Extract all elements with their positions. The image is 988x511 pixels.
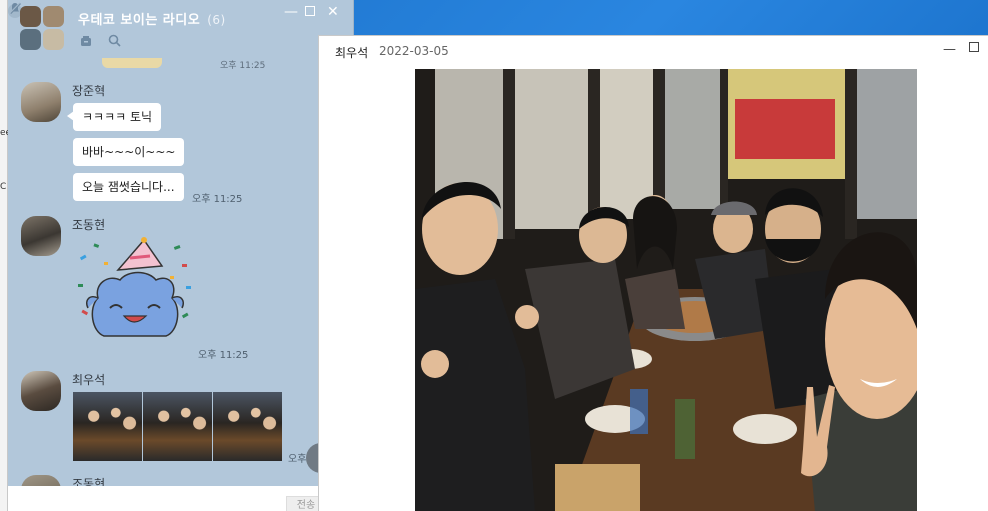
room-title: 우테코 보이는 라디오 (6) xyxy=(78,9,226,28)
chat-window: 우테코 보이는 라디오 (6) — ✕ 오후 11:25 장준혁 ㅋㅋㅋㅋ 토닉… xyxy=(8,0,354,511)
member-count: (6) xyxy=(207,13,226,27)
minimize-icon[interactable]: — xyxy=(284,4,298,20)
viewer-date: 2022-03-05 xyxy=(379,44,449,58)
group-selfie-photo[interactable] xyxy=(415,69,917,511)
chat-header: 우테코 보이는 라디오 (6) — ✕ xyxy=(8,0,353,58)
message-bubble[interactable]: 오늘 잼썻습니다... xyxy=(73,173,184,201)
viewer-sender-name: 최우석 xyxy=(335,46,369,60)
photo-thumbnail[interactable] xyxy=(73,392,142,461)
room-name: 우테코 보이는 라디오 xyxy=(78,13,201,28)
group-avatar[interactable] xyxy=(20,6,66,52)
viewer-title-bar: 최우석 2022-03-05 — xyxy=(319,36,988,68)
message-list[interactable]: 오후 11:25 장준혁 ㅋㅋㅋㅋ 토닉 바바~~~이~~~ 오늘 잼썻습니다.… xyxy=(8,58,353,511)
sender-name: 조동현 xyxy=(72,218,106,232)
desktop-text-fragment: C xyxy=(0,182,7,192)
maximize-icon[interactable] xyxy=(305,4,315,20)
image-viewer-window: 최우석 2022-03-05 — xyxy=(318,35,988,511)
avatar[interactable] xyxy=(21,216,61,256)
avatar[interactable] xyxy=(21,82,61,122)
minimize-icon[interactable]: — xyxy=(943,42,956,57)
photo-attachment-group[interactable] xyxy=(73,392,283,461)
message-time: 오후 11:25 xyxy=(198,350,249,361)
group-avatar-tile xyxy=(20,29,41,50)
avatar[interactable] xyxy=(21,371,61,411)
drawer-icon[interactable] xyxy=(80,35,92,50)
previous-sticker-fragment xyxy=(102,58,162,68)
photo-thumbnail[interactable] xyxy=(143,392,212,461)
message-time: 오후 xyxy=(288,454,307,465)
photo-thumbnail[interactable] xyxy=(213,392,282,461)
sender-name: 장준혁 xyxy=(72,84,106,98)
maximize-icon[interactable] xyxy=(969,41,979,55)
group-avatar-tile xyxy=(43,6,64,27)
group-avatar-tile xyxy=(20,6,41,27)
sender-name: 최우석 xyxy=(72,373,106,387)
group-avatar-tile xyxy=(43,29,64,50)
message-time: 오후 11:25 xyxy=(192,194,243,205)
close-icon[interactable]: ✕ xyxy=(327,4,339,20)
message-bubble[interactable]: ㅋㅋㅋㅋ 토닉 xyxy=(66,103,162,131)
search-icon[interactable] xyxy=(108,34,121,50)
party-hat-blob-sticker[interactable] xyxy=(74,236,194,356)
desktop-background-window: ee C xyxy=(0,0,11,511)
message-time: 오후 11:25 xyxy=(220,61,266,71)
message-bubble[interactable]: 바바~~~이~~~ xyxy=(73,138,185,166)
